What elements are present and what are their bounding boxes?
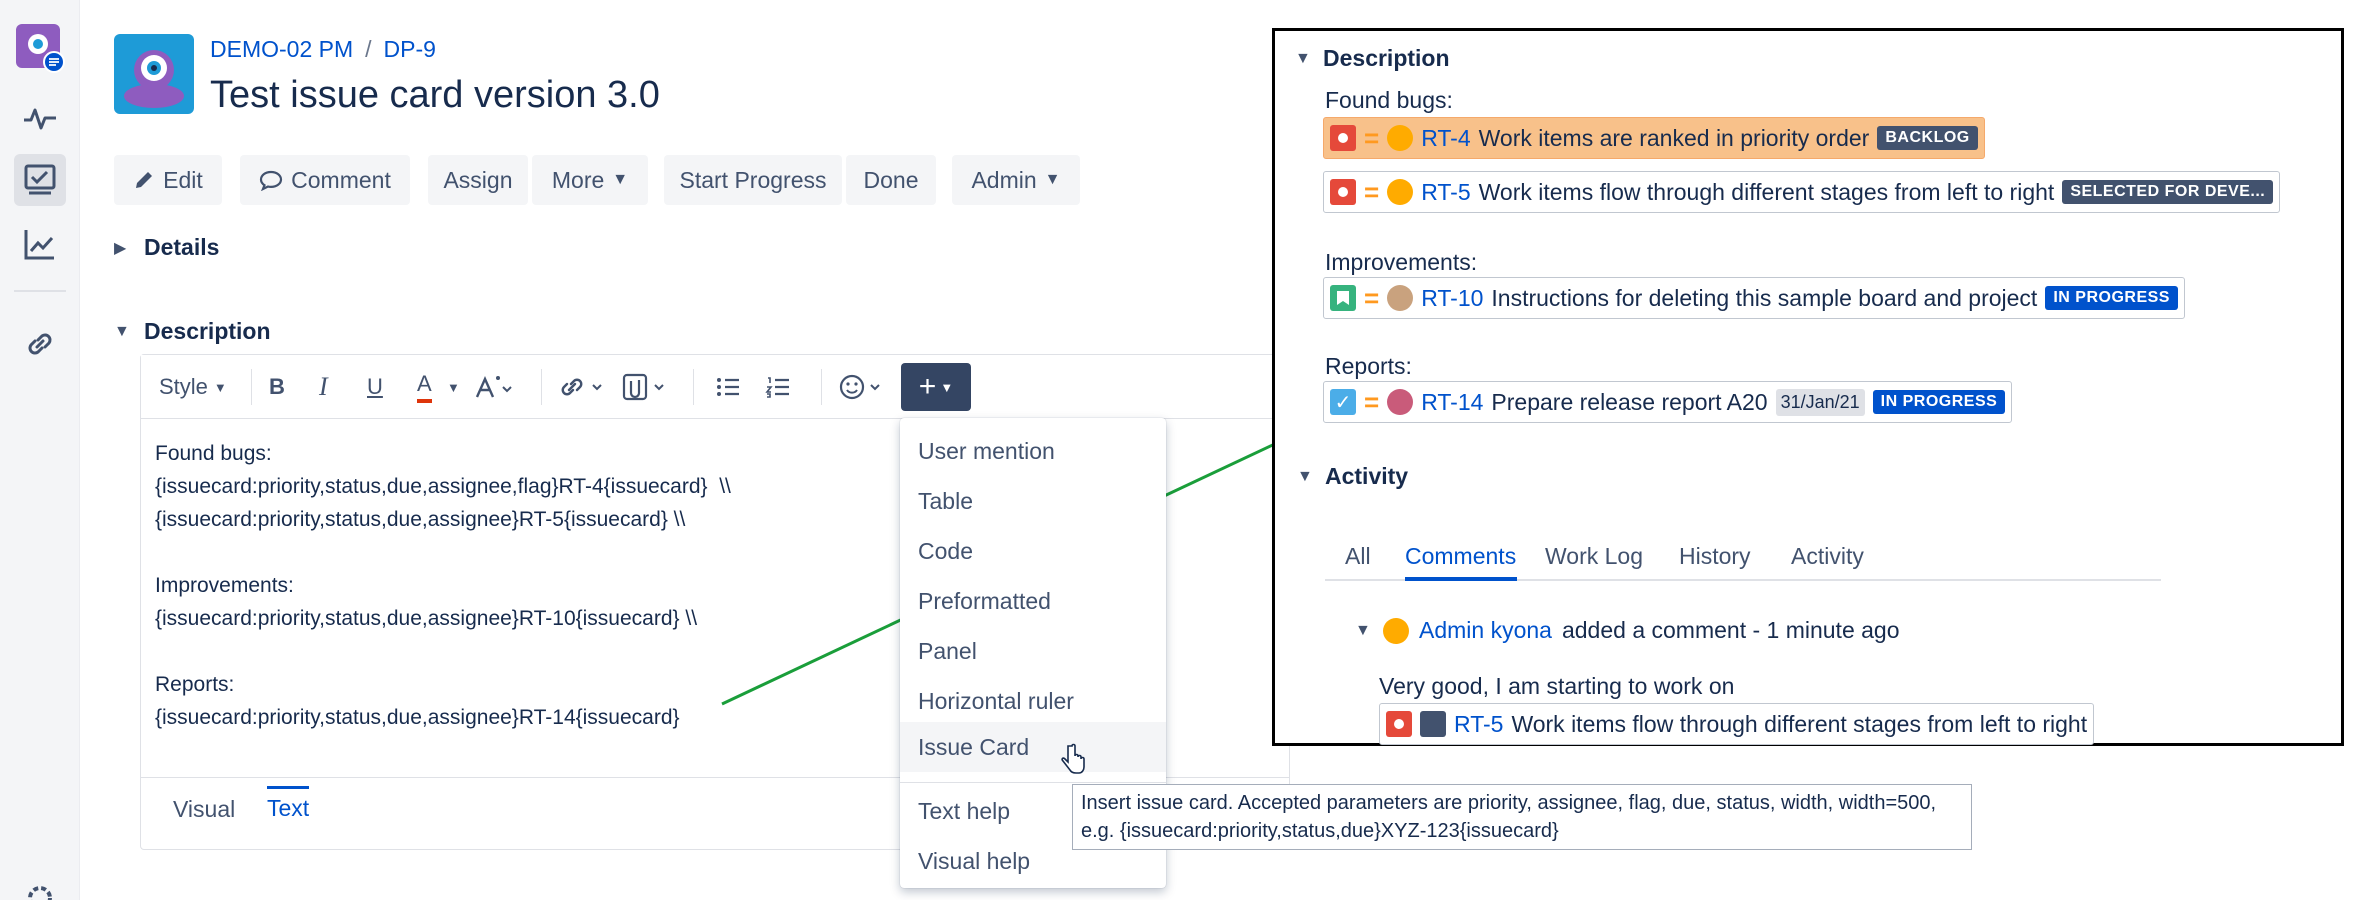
medium-priority-icon: = [1364, 283, 1380, 313]
menu-item-user-mention[interactable]: User mention [900, 428, 1166, 474]
menu-item-code[interactable]: Code [900, 528, 1166, 574]
medium-priority-icon: = [1364, 123, 1380, 153]
comment-header: ▼ Admin kyona added a comment - 1 minute… [1355, 617, 1900, 644]
comment-meta: added a comment - 1 minute ago [1561, 617, 1900, 643]
preview-description-toggle[interactable]: ▼ Description [1295, 45, 1450, 72]
menu-item-issue-card[interactable]: Issue Card [900, 722, 1166, 774]
medium-priority-icon: = [1364, 387, 1380, 417]
preview-activity-toggle[interactable]: ▼ Activity [1297, 463, 1408, 490]
menu-divider [900, 782, 1166, 783]
issue-key-link[interactable]: RT-14 [1421, 389, 1483, 416]
preview-description-heading: Description [1323, 45, 1450, 71]
avatar [1387, 179, 1414, 205]
issue-card-rt-14[interactable]: ✓ = RT-14 Prepare release report A20 31/… [1323, 381, 2013, 423]
task-checkmark-icon: ✓ [1330, 389, 1356, 415]
avatar [1383, 617, 1409, 644]
story-bookmark-icon [1330, 285, 1356, 311]
menu-item-panel[interactable]: Panel [900, 628, 1166, 674]
issue-key-link[interactable]: RT-5 [1454, 711, 1503, 738]
active-tab-indicator [1405, 577, 1517, 581]
issue-card-rt-10[interactable]: = RT-10 Instructions for deleting this s… [1323, 277, 2185, 319]
bug-type-icon [1330, 125, 1356, 151]
group-label-reports: Reports: [1325, 353, 1412, 379]
avatar [1387, 389, 1414, 415]
comment-issue-card-rt-5[interactable]: RT-5 Work items flow through different s… [1379, 703, 2095, 745]
activity-heading: Activity [1325, 463, 1409, 489]
bug-type-icon [1386, 711, 1412, 737]
avatar [1387, 125, 1414, 151]
chevron-down-icon[interactable]: ▼ [1355, 622, 1373, 640]
tab-all[interactable]: All [1345, 543, 1371, 570]
tab-activity[interactable]: Activity [1791, 543, 1864, 570]
due-date-badge: 31/Jan/21 [1775, 388, 1865, 416]
status-badge: BACKLOG [1877, 126, 1978, 150]
chevron-down-icon: ▼ [1295, 49, 1311, 67]
issue-key-link[interactable]: RT-4 [1421, 125, 1470, 152]
issue-card-tooltip: Insert issue card. Accepted parameters a… [1072, 784, 1972, 850]
comment-author-link[interactable]: Admin kyona [1419, 617, 1552, 644]
status-badge: IN PROGRESS [1872, 390, 2006, 414]
issue-key-link[interactable]: RT-5 [1421, 179, 1470, 206]
issue-card-rt-5[interactable]: = RT-5 Work items flow through different… [1323, 171, 2281, 213]
avatar [1387, 285, 1414, 311]
menu-item-issue-card-label: Issue Card [918, 733, 1030, 760]
hand-cursor-icon [1061, 743, 1085, 774]
tab-work-log[interactable]: Work Log [1545, 543, 1643, 570]
issue-summary: Instructions for deleting this sample bo… [1491, 284, 2038, 311]
comment-body: Very good, I am starting to work on [1379, 673, 1735, 699]
issue-card-rt-4[interactable]: = RT-4 Work items are ranked in priority… [1323, 117, 1985, 159]
tab-comments[interactable]: Comments [1405, 543, 1516, 570]
status-icon [1420, 711, 1446, 737]
group-label-improvements: Improvements: [1325, 249, 1478, 275]
status-badge: IN PROGRESS [2045, 286, 2178, 310]
menu-item-preformatted[interactable]: Preformatted [900, 578, 1166, 624]
issue-key-link[interactable]: RT-10 [1421, 285, 1483, 312]
group-label-bugs: Found bugs: [1325, 87, 1453, 113]
issue-summary: Prepare release report A20 [1491, 388, 1768, 415]
menu-item-table[interactable]: Table [900, 478, 1166, 524]
issue-summary: Work items are ranked in priority order [1478, 124, 1870, 151]
bug-type-icon [1330, 179, 1356, 205]
chevron-down-icon: ▼ [1297, 467, 1313, 485]
tab-history[interactable]: History [1679, 543, 1751, 570]
menu-item-horizontal-ruler[interactable]: Horizontal ruler [900, 678, 1166, 724]
issue-summary: Work items flow through different stages… [1478, 178, 2055, 205]
status-badge: SELECTED FOR DEVE... [2062, 180, 2274, 204]
issue-summary: Work items flow through different stages… [1511, 710, 2088, 737]
medium-priority-icon: = [1364, 177, 1380, 207]
rendered-preview-panel: ▼ Description Found bugs: = RT-4 Work it… [1272, 28, 2344, 746]
